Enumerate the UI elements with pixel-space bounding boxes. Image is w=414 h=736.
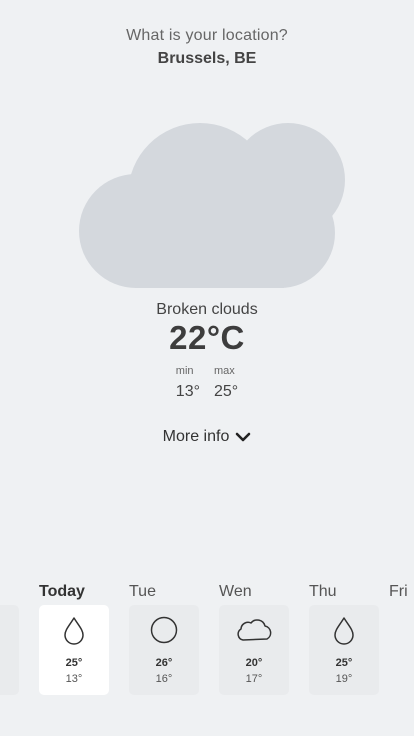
forecast-min: 17° xyxy=(245,673,263,685)
forecast-day-label: Wen xyxy=(219,583,252,600)
forecast-day-label: Thu xyxy=(309,583,337,600)
forecast-day-label: Fri xyxy=(389,583,408,600)
forecast-max: 20° xyxy=(245,657,263,669)
forecast-card[interactable]: 26° 16° xyxy=(129,605,199,695)
forecast-day-label: Tue xyxy=(129,583,156,600)
min-label: min xyxy=(175,365,194,377)
raindrop-icon xyxy=(334,617,354,645)
sun-circle-icon xyxy=(150,616,178,644)
forecast-strip[interactable]: Today 25° 13° Tue 26° 16° Wen 20° 17° Th… xyxy=(0,583,414,703)
weather-page: What is your location? Brussels, BE Brok… xyxy=(0,0,414,736)
more-info-label: More info xyxy=(162,428,230,445)
forecast-card[interactable]: 25° 19° xyxy=(309,605,379,695)
forecast-day-fri[interactable]: Fri xyxy=(389,583,414,603)
current-temperature: 22°C xyxy=(169,319,245,356)
forecast-day-today[interactable]: Today 25° 13° xyxy=(39,583,109,695)
max-label: max xyxy=(214,365,235,377)
forecast-day-label: Today xyxy=(39,583,85,600)
forecast-day-label xyxy=(0,583,19,603)
forecast-day-wen[interactable]: Wen 20° 17° xyxy=(219,583,289,695)
cloud-icon xyxy=(79,123,345,288)
forecast-max: 25° xyxy=(335,657,353,669)
forecast-day-thu[interactable]: Thu 25° 19° xyxy=(309,583,379,695)
forecast-day-tue[interactable]: Tue 26° 16° xyxy=(129,583,199,695)
forecast-card[interactable]: 25° 13° xyxy=(39,605,109,695)
raindrop-icon xyxy=(64,617,84,645)
forecast-max: 26° xyxy=(155,657,173,669)
location-prompt: What is your location? xyxy=(126,27,288,44)
forecast-card[interactable]: 20° 17° xyxy=(219,605,289,695)
min-max-temperatures: min 13° max 25° xyxy=(0,365,414,401)
forecast-min: 13° xyxy=(65,673,83,685)
min-value: 13° xyxy=(175,383,200,400)
location-value[interactable]: Brussels, BE xyxy=(0,50,414,68)
max-temperature: max 25° xyxy=(214,365,238,401)
forecast-min: 16° xyxy=(155,673,173,685)
forecast-card[interactable] xyxy=(0,605,19,695)
weather-condition: Broken clouds xyxy=(156,301,258,318)
cloud-icon xyxy=(237,619,272,641)
forecast-min: 19° xyxy=(335,673,353,685)
min-temperature: min 13° xyxy=(176,365,200,401)
chevron-down-icon xyxy=(236,432,251,442)
max-value: 25° xyxy=(214,383,239,400)
more-info-button[interactable]: More info xyxy=(0,428,414,446)
forecast-day-previous[interactable] xyxy=(0,583,19,695)
forecast-max: 25° xyxy=(65,657,83,669)
